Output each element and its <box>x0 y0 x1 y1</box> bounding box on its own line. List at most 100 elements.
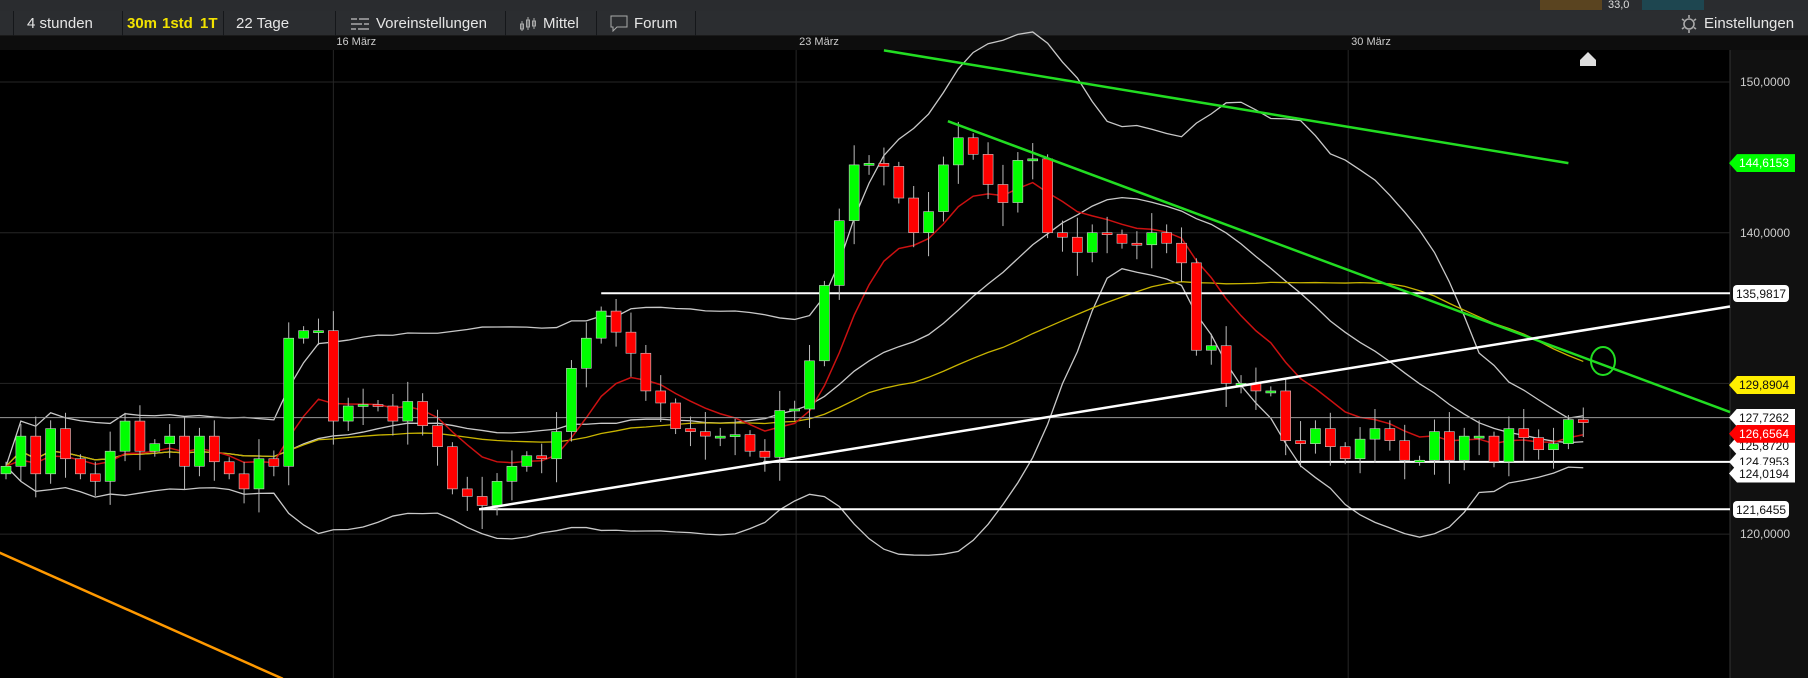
candle-up <box>1458 435 1470 461</box>
candle-down <box>89 473 101 482</box>
candle-down <box>1339 446 1351 460</box>
price-tag: 144,6153 <box>1729 154 1795 173</box>
candle-down <box>328 330 339 422</box>
y-tick-label: 140,0000 <box>1740 225 1791 240</box>
candle-down <box>1191 262 1202 351</box>
candle-up <box>194 435 205 467</box>
candle-down <box>134 420 146 452</box>
candle-up <box>551 431 562 460</box>
candle-down <box>1577 419 1589 423</box>
price-tag: 129,8904 <box>1729 376 1795 395</box>
line-price-label: 135,9817 <box>1733 285 1790 303</box>
top-strip-box <box>1540 0 1602 10</box>
candle-up <box>581 337 592 369</box>
candle-down <box>461 488 473 497</box>
price-tag: 127,7262 <box>1729 408 1795 427</box>
candle-down <box>1533 437 1544 451</box>
candle-down <box>1042 158 1053 233</box>
candle-down <box>1488 435 1500 463</box>
candle-up <box>938 164 949 212</box>
candle-down <box>447 446 458 490</box>
candle-up <box>1265 390 1277 394</box>
candle-down <box>1384 428 1396 441</box>
candle-down <box>417 401 428 426</box>
candle-down <box>610 310 622 333</box>
candle-down <box>744 434 756 452</box>
candle-down <box>1280 390 1291 441</box>
candle-down <box>1161 232 1172 244</box>
candle-up <box>774 410 786 458</box>
candle-up <box>953 137 964 166</box>
candle-up <box>164 435 175 444</box>
candle-down <box>1325 428 1336 447</box>
candle-down <box>878 163 890 167</box>
candle-down <box>655 390 667 404</box>
y-tick-label: 150,0000 <box>1740 75 1791 89</box>
candle-down <box>1131 242 1143 246</box>
candle-down <box>997 184 1009 203</box>
candle-up <box>1086 232 1098 253</box>
candle-up <box>848 164 860 221</box>
candle-up <box>819 285 830 362</box>
candle-up <box>1563 419 1574 444</box>
candle-down <box>893 166 905 199</box>
candle-up <box>566 368 577 432</box>
candle-up <box>729 434 741 437</box>
candle-down <box>209 435 220 463</box>
candle-down <box>432 425 443 447</box>
candle-up <box>1503 428 1515 463</box>
candle-down <box>179 435 190 467</box>
candle-up <box>491 481 503 506</box>
candle-down <box>1072 236 1083 253</box>
candle-up <box>804 360 815 410</box>
candle-up <box>1429 431 1440 461</box>
candle-up <box>1310 428 1321 444</box>
candle-down <box>1399 440 1411 461</box>
candle-down <box>1101 232 1113 235</box>
candle-down <box>223 461 235 475</box>
price-tag: 126,6564 <box>1729 424 1795 443</box>
candle-down <box>387 405 399 422</box>
candle-up <box>714 435 726 439</box>
candle-up <box>1473 435 1485 439</box>
candle-up <box>789 408 800 412</box>
candle-down <box>372 404 384 407</box>
candle-up <box>863 163 875 166</box>
candle-up <box>923 211 934 234</box>
candle-down <box>536 455 547 460</box>
top-strip-box <box>1642 0 1704 10</box>
candle-up <box>521 455 533 467</box>
candle-up <box>357 404 369 407</box>
candle-up <box>283 337 295 467</box>
candle-up <box>595 310 607 339</box>
candle-up <box>1369 428 1381 440</box>
candle-up <box>0 465 12 475</box>
price-tag: 124,0194 <box>1729 464 1795 483</box>
candle-up <box>104 450 116 482</box>
line-price-label: 121,6455 <box>1733 501 1790 519</box>
candle-up <box>1414 459 1425 463</box>
candle-up <box>1012 160 1024 203</box>
candle-down <box>1116 233 1128 244</box>
candle-up <box>833 220 845 286</box>
candle-down <box>1220 345 1232 384</box>
axis-background <box>1730 50 1808 678</box>
candle-down <box>1057 232 1068 238</box>
top-strip-value: 33,0 <box>1608 0 1630 11</box>
candle-down <box>640 352 652 392</box>
candle-up <box>119 420 131 452</box>
candle-down <box>1518 428 1530 438</box>
candle-up <box>1354 438 1366 460</box>
price-chart[interactable] <box>0 0 1808 678</box>
candle-down <box>238 473 250 490</box>
candle-down <box>1444 431 1455 461</box>
candle-down <box>1295 440 1306 444</box>
candle-up <box>45 428 56 475</box>
candle-down <box>908 197 919 234</box>
candle-down <box>685 428 696 432</box>
candle-up <box>402 401 414 422</box>
y-tick-label: 120,0000 <box>1740 527 1791 542</box>
candle-down <box>967 137 979 155</box>
candle-up <box>15 435 27 467</box>
candle-up <box>1205 345 1217 351</box>
